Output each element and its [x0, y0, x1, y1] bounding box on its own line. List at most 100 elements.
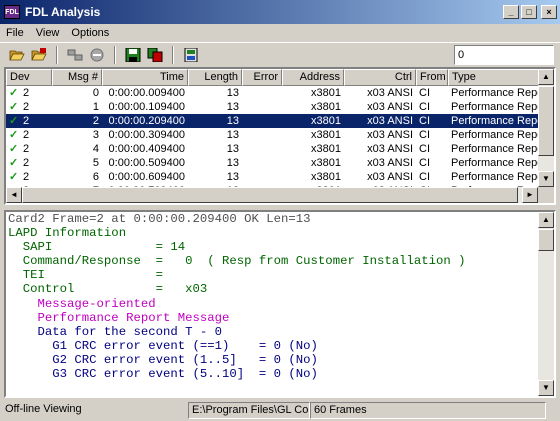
- maximize-button[interactable]: □: [521, 5, 537, 19]
- column-header-dev[interactable]: Dev: [6, 69, 52, 86]
- table-row[interactable]: ✓ 2 4 0:00:00.409400 13 x3801 x03 ANSI CI Perfor…: [6, 142, 554, 156]
- scroll-thumb[interactable]: [538, 229, 554, 251]
- toolbar-separator: [114, 45, 116, 64]
- detail-vertical-scrollbar[interactable]: ▲ ▼: [538, 212, 554, 396]
- cell-ctrl: x03 ANSI: [367, 157, 413, 169]
- cell-from: CI: [419, 171, 430, 183]
- scroll-thumb[interactable]: [538, 86, 554, 156]
- cell-msg: 5: [92, 157, 99, 169]
- link-icon: [67, 49, 83, 60]
- column-header-time[interactable]: Time: [102, 69, 188, 86]
- column-header-ctrl[interactable]: Ctrl: [344, 69, 416, 86]
- table-row[interactable]: ✓ 2 1 0:00:00.109400 13 x3801 x03 ANSI CI Perfor…: [6, 100, 554, 114]
- cell-error: [242, 86, 282, 100]
- cell-error: [242, 156, 282, 170]
- cell-time: 0:00:00.009400: [108, 87, 185, 99]
- decode-line: Command/Response = 0 ( Resp from Custome…: [8, 254, 466, 269]
- cell-dev: ✓2: [6, 170, 52, 184]
- scroll-down-button[interactable]: ▼: [538, 171, 554, 187]
- table-row[interactable]: ✓ 2 3 0:00:00.309400 13 x3801 x03 ANSI CI Perfor…: [6, 128, 554, 142]
- table-row[interactable]: ✓ 2 5 0:00:00.509400 13 x3801 x03 ANSI CI Perfor…: [6, 156, 554, 170]
- cell-msg: 2: [92, 115, 99, 127]
- close-button[interactable]: ×: [541, 5, 557, 19]
- cell-dev: ✓2: [6, 156, 52, 170]
- decode-line: Performance Report Message: [8, 310, 230, 325]
- cell-type: Performance Repo: [451, 129, 544, 141]
- export-button[interactable]: [144, 44, 166, 65]
- scroll-up-button[interactable]: ▲: [538, 69, 554, 85]
- column-header-msg[interactable]: Msg #: [52, 69, 102, 86]
- cell-from: CI: [419, 87, 430, 99]
- cell-dev: ✓2: [6, 114, 52, 128]
- scroll-right-button[interactable]: ►: [522, 187, 538, 203]
- toolbar-separator: [56, 45, 58, 64]
- frame-list[interactable]: Dev Msg # Time Length Error Address Ctrl…: [4, 67, 556, 205]
- table-row[interactable]: ✓ 2 0 0:00:00.009400 13 x3801 x03 ANSI CI Perfor…: [6, 86, 554, 100]
- cell-length: 13: [226, 115, 239, 127]
- decode-line: Data for the second T - 0: [8, 324, 223, 339]
- cell-length: 13: [226, 143, 239, 155]
- save-icon: [125, 47, 141, 62]
- column-header-length[interactable]: Length: [188, 69, 242, 86]
- title-bar[interactable]: FDL FDL Analysis _ □ ×: [0, 0, 560, 24]
- frame-detail-pane[interactable]: Card2 Frame=2 at 0:00:00.209400 OK Len=1…: [4, 210, 556, 398]
- column-header-from[interactable]: From: [416, 69, 448, 86]
- scroll-corner: [538, 187, 554, 203]
- table-row[interactable]: ✓ 2 2 0:00:00.209400 13 x3801 x03 ANSI CI Perfor…: [6, 114, 554, 128]
- menu-options[interactable]: Options: [65, 27, 115, 39]
- list-horizontal-scrollbar[interactable]: ◄ ►: [6, 187, 538, 203]
- open-file-button[interactable]: [28, 44, 50, 65]
- cell-address: x3801: [311, 129, 341, 141]
- export-icon: [147, 47, 163, 62]
- stop-button[interactable]: [86, 44, 108, 65]
- cell-from: CI: [419, 157, 430, 169]
- cell-dev-value: 2: [23, 87, 30, 99]
- menu-file[interactable]: File: [0, 27, 30, 39]
- scroll-left-button[interactable]: ◄: [6, 187, 22, 203]
- cell-address: x3801: [311, 87, 341, 99]
- cell-type: Performance Repo: [451, 115, 544, 127]
- cell-type: Performance Repo: [451, 87, 544, 99]
- status-mode: Off-line Viewing: [5, 403, 82, 415]
- checkmark-icon: ✓: [9, 129, 19, 141]
- decode-line: Control = x03: [8, 282, 208, 297]
- minimize-button[interactable]: _: [503, 5, 519, 19]
- frame-button[interactable]: [180, 44, 202, 65]
- cell-address: x3801: [311, 157, 341, 169]
- cell-length: 13: [226, 87, 239, 99]
- frame-number-input[interactable]: [454, 45, 554, 65]
- window-title: FDL Analysis: [25, 5, 101, 19]
- menu-view[interactable]: View: [30, 27, 66, 39]
- cell-length: 13: [226, 101, 239, 113]
- decode-line: G3 CRC error event (5..10] = 0 (No): [8, 367, 318, 382]
- cell-ctrl: x03 ANSI: [367, 101, 413, 113]
- cell-dev: ✓2: [6, 142, 52, 156]
- scroll-up-button[interactable]: ▲: [538, 212, 554, 228]
- list-vertical-scrollbar[interactable]: ▲ ▼: [538, 69, 554, 187]
- table-row[interactable]: ✓ 2 6 0:00:00.609400 13 x3801 x03 ANSI CI Perfor…: [6, 170, 554, 184]
- status-file-path: E:\Program Files\GL Comm: [188, 402, 310, 419]
- cell-dev-value: 2: [23, 143, 30, 155]
- status-frame-count: 60 Frames: [310, 402, 546, 419]
- scroll-down-button[interactable]: ▼: [538, 380, 554, 396]
- cell-error: [242, 100, 282, 114]
- decode-line: Message-oriented: [8, 296, 156, 311]
- cell-dev-value: 2: [23, 171, 30, 183]
- cell-length: 13: [226, 129, 239, 141]
- open-folder-button[interactable]: [6, 44, 28, 65]
- column-header-address[interactable]: Address: [282, 69, 344, 86]
- column-header-error[interactable]: Error: [242, 69, 282, 86]
- column-header-type[interactable]: Type: [448, 69, 546, 86]
- link-button[interactable]: [64, 44, 86, 65]
- cell-ctrl: x03 ANSI: [367, 115, 413, 127]
- frame-icon: [184, 47, 198, 62]
- cell-type: Performance Repo: [451, 171, 544, 183]
- save-button[interactable]: [122, 44, 144, 65]
- checkmark-icon: ✓: [9, 87, 19, 99]
- cell-time: 0:00:00.509400: [108, 157, 185, 169]
- checkmark-icon: ✓: [9, 101, 19, 113]
- cell-from: CI: [419, 143, 430, 155]
- cell-from: CI: [419, 115, 430, 127]
- cell-msg: 0: [92, 87, 99, 99]
- scroll-thumb[interactable]: [22, 187, 518, 203]
